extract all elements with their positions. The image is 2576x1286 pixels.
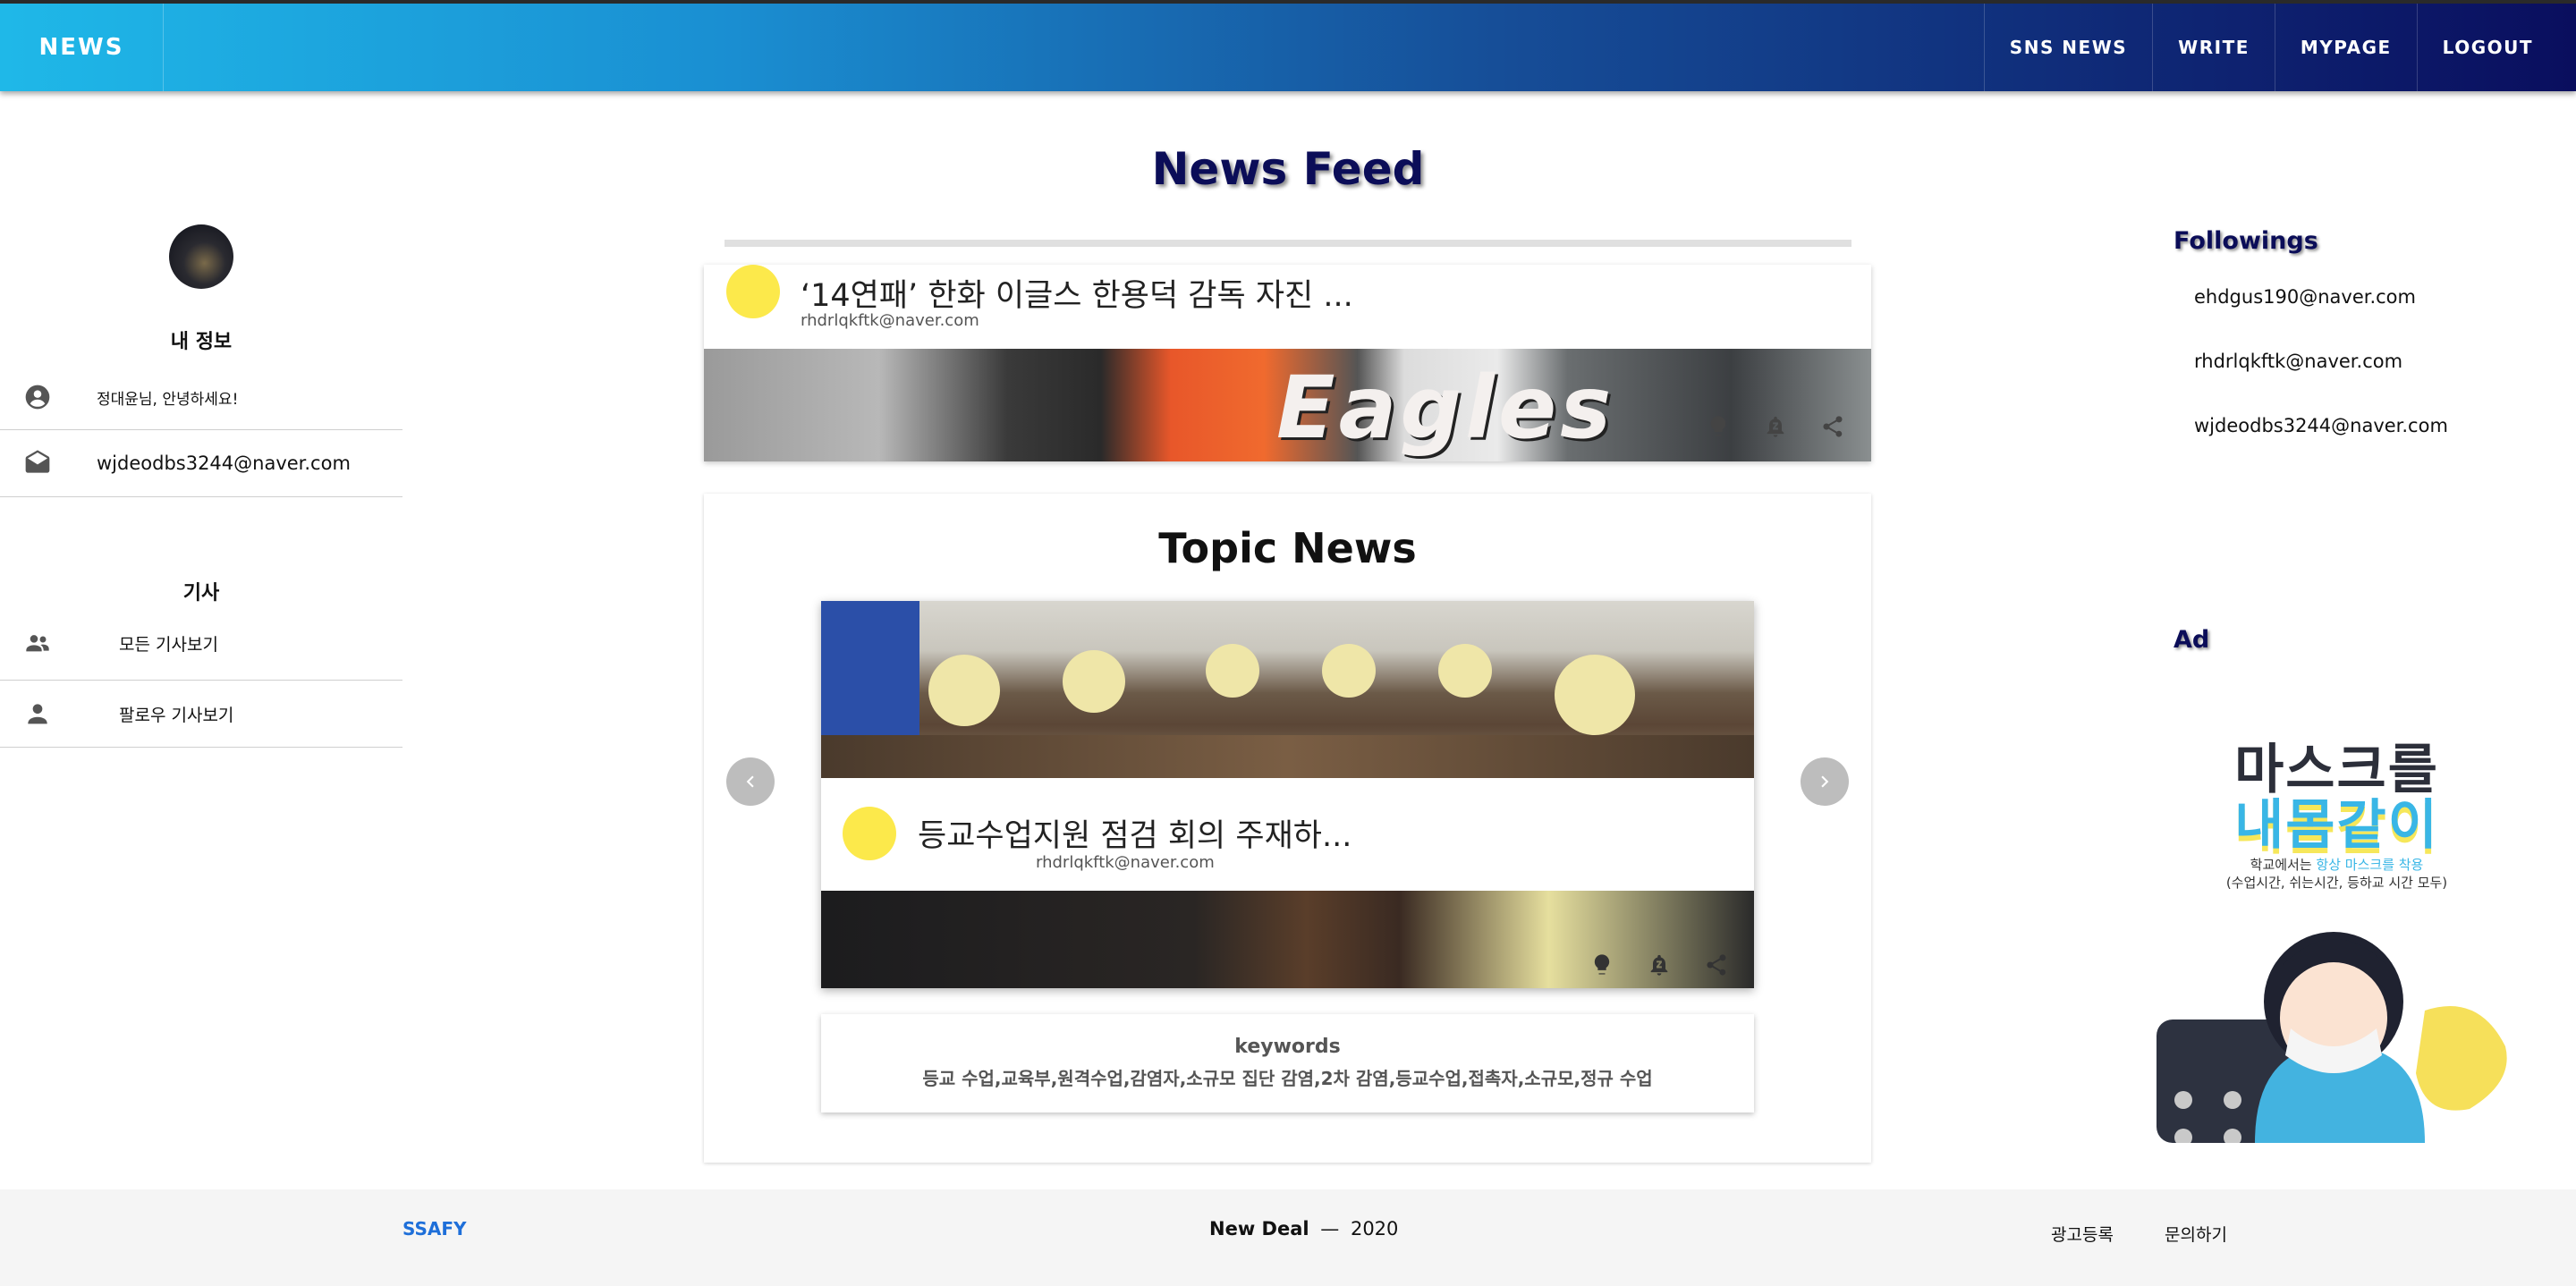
nav-write[interactable]: WRITE	[2152, 4, 2275, 91]
ad-subline-1-pre: 학교에서는	[2250, 857, 2317, 873]
account-circle-icon	[23, 383, 52, 411]
slide-image-bottom	[821, 891, 1754, 988]
keywords-box: keywords 등교 수업,교육부,원격수업,감염자,소규모 집단 감염,2차…	[821, 1014, 1754, 1113]
nav-mypage[interactable]: MYPAGE	[2274, 4, 2417, 91]
ad-subline-1: 학교에서는 항상 마스크를 착용	[2157, 855, 2517, 874]
greeting-text: 정대윤님, 안녕하세요!	[97, 390, 239, 409]
profile-greeting-row: 정대윤님, 안녕하세요!	[0, 365, 402, 430]
ad-subline-1-highlight: 항상 마스크를 착용	[2316, 857, 2424, 873]
post-image: Eagles	[704, 349, 1871, 461]
page-title: News Feed	[1151, 143, 1425, 195]
feed-progress-bar	[724, 240, 1852, 247]
footer-brand-link[interactable]: SSAFY	[402, 1218, 467, 1239]
notifications-icon[interactable]	[1644, 950, 1674, 980]
following-item[interactable]: rhdrlqkftk@naver.com	[2194, 351, 2402, 372]
slide-author: rhdrlqkftk@naver.com	[1036, 853, 1215, 872]
share-icon[interactable]	[1818, 411, 1848, 442]
carousel-next-button[interactable]	[1801, 757, 1849, 806]
following-item[interactable]: ehdgus190@naver.com	[2194, 286, 2416, 308]
footer: SSAFY New Deal — 2020 광고등록 문의하기	[0, 1189, 2576, 1286]
footer-credit-separator: —	[1320, 1218, 1340, 1239]
followings-title: Followings	[2174, 227, 2318, 255]
email-text: wjdeodbs3244@naver.com	[97, 453, 351, 474]
sidebar-item-label: 팔로우 기사보기	[119, 705, 234, 725]
footer-link-contact[interactable]: 문의하기	[2165, 1222, 2227, 1246]
person-icon	[23, 699, 52, 728]
author-avatar	[843, 807, 896, 860]
footer-credit: New Deal — 2020	[1209, 1218, 1398, 1239]
share-icon[interactable]	[1701, 950, 1732, 980]
following-item[interactable]: wjdeodbs3244@naver.com	[2194, 415, 2448, 436]
footer-link-ad-register[interactable]: 광고등록	[2051, 1222, 2114, 1246]
footer-credit-brand: New Deal	[1209, 1218, 1309, 1239]
top-navbar: NEWS SNS NEWS WRITE MYPAGE LOGOUT	[0, 0, 2576, 91]
notifications-icon[interactable]	[1760, 411, 1791, 442]
people-icon	[23, 629, 52, 657]
post-author: rhdrlqkftk@naver.com	[801, 311, 979, 330]
chevron-left-icon	[746, 775, 754, 788]
lightbulb-icon[interactable]	[1703, 411, 1733, 442]
author-avatar	[726, 265, 780, 318]
slide-title[interactable]: 등교수업지원 점검 회의 주재하...	[918, 810, 1352, 856]
ad-headline-2: 내몸같이	[2234, 794, 2439, 857]
ad-illustration	[2157, 932, 2507, 1143]
sidebar-item-follow-articles[interactable]: 팔로우 기사보기	[0, 681, 402, 748]
drafts-mail-icon	[23, 449, 52, 478]
slide-image-top	[821, 601, 1754, 778]
post-image-text: Eagles	[1276, 358, 1615, 458]
ad-title: Ad	[2174, 626, 2210, 654]
nav-sns-news[interactable]: SNS NEWS	[1983, 4, 2152, 91]
sidebar-item-label: 모든 기사보기	[119, 634, 218, 655]
keywords-label: keywords	[1234, 1036, 1341, 1058]
articles-section-title: 기사	[182, 582, 220, 605]
topic-news-card: Topic News 등교수업지원 점검 회의 주재하... rhdrlqkft…	[704, 494, 1871, 1163]
profile-email-row: wjdeodbs3244@naver.com	[0, 430, 402, 497]
ad-banner[interactable]: 마스크를 내몸같이 학교에서는 항상 마스크를 착용 (수업시간, 쉬는시간, …	[2157, 706, 2517, 1143]
slide-caption: 등교수업지원 점검 회의 주재하... rhdrlqkftk@naver.com	[821, 778, 1754, 891]
keywords-list: 등교 수업,교육부,원격수업,감염자,소규모 집단 감염,2차 감염,등교수업,…	[922, 1068, 1653, 1089]
avatar[interactable]	[169, 224, 233, 289]
profile-section-title: 내 정보	[170, 331, 233, 353]
footer-credit-year: 2020	[1350, 1218, 1399, 1239]
lightbulb-icon[interactable]	[1587, 950, 1617, 980]
carousel-prev-button[interactable]	[726, 757, 775, 806]
chevron-right-icon	[1821, 775, 1829, 788]
post-title[interactable]: ‘14연패’ 한화 이글스 한용덕 감독 자진 ...	[801, 270, 1353, 316]
brand-logo[interactable]: NEWS	[0, 4, 164, 91]
topic-slide[interactable]: 등교수업지원 점검 회의 주재하... rhdrlqkftk@naver.com	[821, 601, 1754, 988]
sidebar-item-all-articles[interactable]: 모든 기사보기	[0, 606, 402, 681]
topic-title: Topic News	[1158, 524, 1417, 572]
nav-logout[interactable]: LOGOUT	[2416, 4, 2576, 91]
main-nav: SNS NEWS WRITE MYPAGE LOGOUT	[1983, 4, 2576, 91]
ad-subline-2: (수업시간, 쉬는시간, 등하교 시간 모두)	[2225, 875, 2448, 891]
feed-post-card[interactable]: ‘14연패’ 한화 이글스 한용덕 감독 자진 ... rhdrlqkftk@n…	[704, 265, 1871, 461]
